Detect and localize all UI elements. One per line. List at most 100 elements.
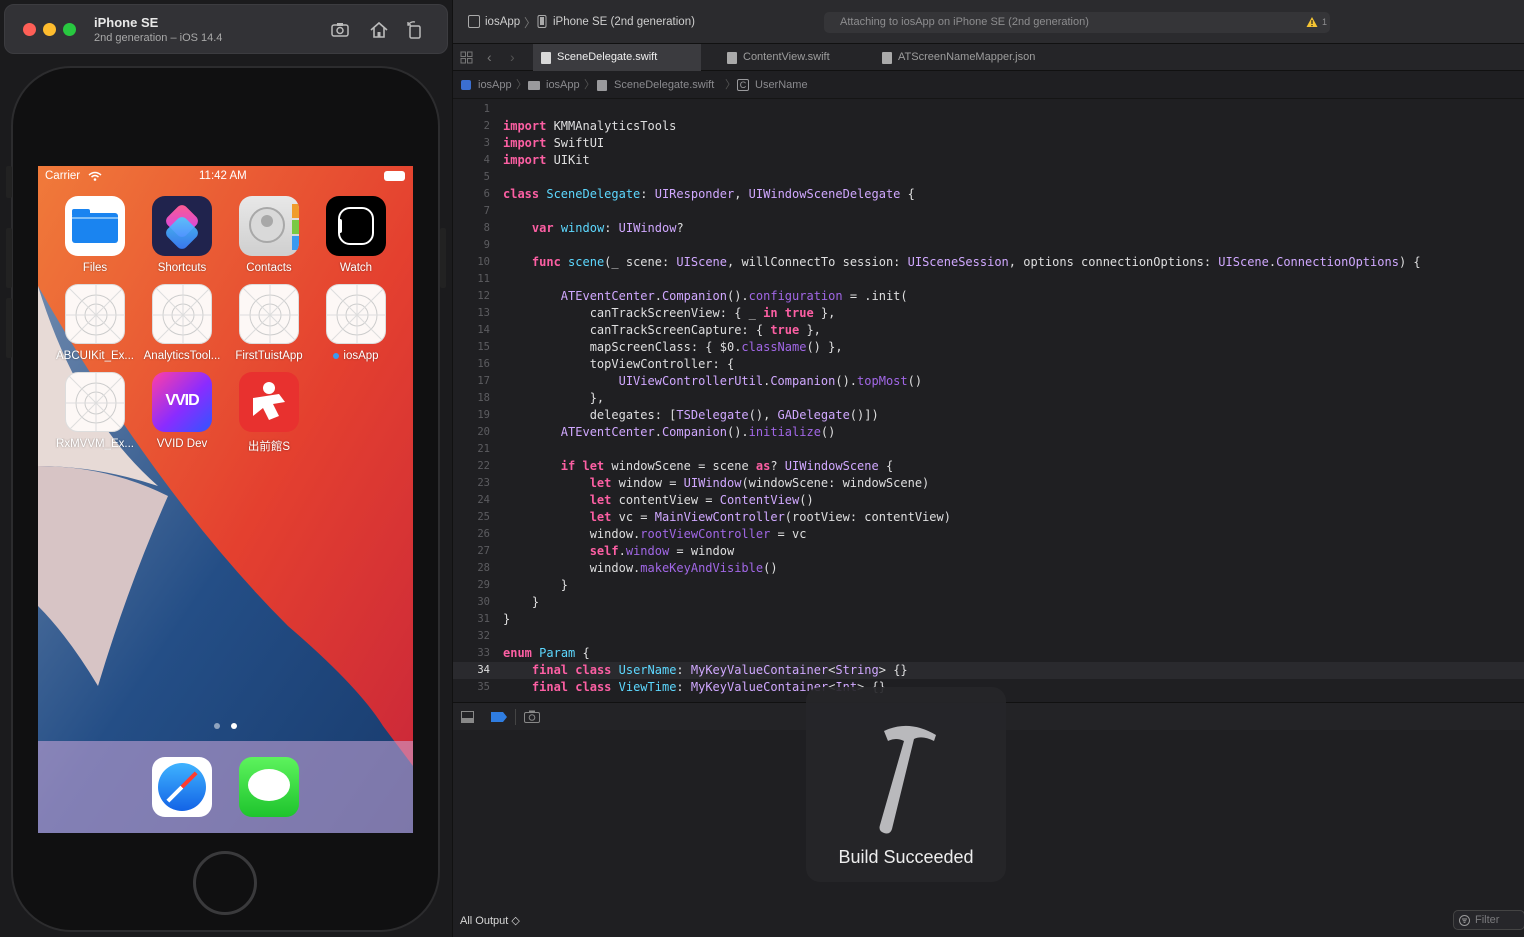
tab-contentview[interactable]: ContentView.swift <box>719 44 869 71</box>
code-line[interactable]: 29 } <box>453 577 1524 594</box>
device-selector[interactable]: iPhone SE (2nd generation) <box>553 16 695 28</box>
code-line[interactable]: 31} <box>453 611 1524 628</box>
code-line[interactable]: 16 topViewController: { <box>453 356 1524 373</box>
line-number: 32 <box>477 630 490 642</box>
code-line[interactable]: 12 ATEventCenter.Companion().configurati… <box>453 288 1524 305</box>
chevron-right-icon: 〉 <box>584 79 595 91</box>
code-line[interactable]: 20 ATEventCenter.Companion().initialize(… <box>453 424 1524 441</box>
iphone-icon <box>537 15 547 28</box>
close-window-button[interactable] <box>23 23 36 36</box>
code-line[interactable]: 25 let vc = MainViewController(rootView:… <box>453 509 1524 526</box>
screenshot-icon[interactable] <box>329 19 351 41</box>
code-line[interactable]: 32 <box>453 628 1524 645</box>
battery-icon <box>384 171 405 181</box>
jump-symbol[interactable]: UserName <box>755 71 808 99</box>
line-number: 24 <box>477 494 490 506</box>
code-line[interactable]: 30 } <box>453 594 1524 611</box>
output-filter-selector[interactable]: All Output ◇ <box>460 914 520 927</box>
hide-debug-area-icon[interactable] <box>461 711 474 723</box>
code-line[interactable]: 24 let contentView = ContentView() <box>453 492 1524 509</box>
code-line[interactable]: 22 if let windowScene = scene as? UIWind… <box>453 458 1524 475</box>
messages-icon[interactable] <box>239 757 299 817</box>
app-analyticstools[interactable]: AnalyticsTool... <box>142 284 222 362</box>
code-line[interactable]: 34 final class UserName: MyKeyValueConta… <box>453 662 1524 679</box>
warning-icon[interactable] <box>1306 16 1318 28</box>
code-line[interactable]: 4 import UIKit <box>453 152 1524 169</box>
code-text: var window: UIWindow? <box>531 221 684 235</box>
activity-status: Attaching to iosApp on iPhone SE (2nd ge… <box>840 16 1089 28</box>
rotate-icon[interactable] <box>404 19 426 41</box>
code-text: mapScreenClass: { $0.className() }, <box>503 340 843 354</box>
code-line[interactable]: 14 canTrackScreenCapture: { true }, <box>453 322 1524 339</box>
code-line[interactable]: 19 delegates: [TSDelegate(), GADelegate(… <box>453 407 1524 424</box>
tab-scenedelegate[interactable]: SceneDelegate.swift <box>533 44 701 71</box>
source-editor[interactable]: 1 2 import KMMAnalyticsTools 3 import SwiftU… <box>453 99 1524 701</box>
code-line[interactable]: 2 import KMMAnalyticsTools <box>453 118 1524 135</box>
shortcuts-icon <box>152 196 212 256</box>
app-label: ABCUIKit_Ex... <box>56 350 134 362</box>
home-button[interactable] <box>193 851 257 915</box>
breakpoints-toggle-icon[interactable] <box>491 712 507 722</box>
code-line[interactable]: 7 <box>453 203 1524 220</box>
scheme-selector[interactable]: iosApp <box>485 16 520 28</box>
code-text: ATEventCenter.Companion().configuration … <box>560 289 908 303</box>
code-line[interactable]: 6 class SceneDelegate: UIResponder, UIWin… <box>453 186 1524 203</box>
line-number: 23 <box>477 477 490 489</box>
back-arrow-icon[interactable]: ‹ <box>487 49 492 65</box>
console-filter-field[interactable]: Filter <box>1453 910 1524 930</box>
app-abcuikit[interactable]: ABCUIKit_Ex... <box>55 284 135 362</box>
home-icon[interactable] <box>368 19 390 41</box>
forward-arrow-icon[interactable]: › <box>510 49 515 65</box>
app-iosapp[interactable]: iosApp <box>316 284 396 362</box>
code-line[interactable]: 17 UIViewControllerUtil.Companion().topM… <box>453 373 1524 390</box>
code-line[interactable]: 33 enum Param { <box>453 645 1524 662</box>
app-label: Files <box>82 262 108 274</box>
camera-icon[interactable] <box>524 710 540 723</box>
code-line[interactable]: 1 <box>453 101 1524 118</box>
app-files[interactable]: Files <box>55 196 135 274</box>
status-bar: Carrier 11:42 AM <box>38 166 413 186</box>
grid-icon[interactable] <box>460 51 473 64</box>
app-rxmvvm[interactable]: RxMVVM_Ex... <box>55 372 135 450</box>
class-symbol-icon: C <box>737 79 749 91</box>
jump-project[interactable]: iosApp <box>478 71 512 99</box>
code-line[interactable]: 23 let window = UIWindow(windowScene: wi… <box>453 475 1524 492</box>
code-line[interactable]: 13 canTrackScreenView: { _ in true }, <box>453 305 1524 322</box>
code-text: self.window = window <box>589 544 735 558</box>
code-line[interactable]: 3 import SwiftUI <box>453 135 1524 152</box>
app-shortcuts[interactable]: Shortcuts <box>142 196 222 274</box>
app-contacts[interactable]: Contacts <box>229 196 309 274</box>
watch-icon <box>326 196 386 256</box>
app-watch[interactable]: Watch <box>316 196 396 274</box>
code-text: } <box>503 578 569 592</box>
code-line[interactable]: 11 <box>453 271 1524 288</box>
placeholder-app-icon <box>65 284 125 344</box>
code-line[interactable]: 27 self.window = window <box>453 543 1524 560</box>
jump-group[interactable]: iosApp <box>546 71 580 99</box>
app-demaekan[interactable]: 出前館S <box>229 372 309 454</box>
minimize-window-button[interactable] <box>43 23 56 36</box>
line-number: 17 <box>477 375 490 387</box>
page-dot-active[interactable] <box>231 723 237 729</box>
app-vvid-dev[interactable]: VVID VVID Dev <box>142 372 222 450</box>
tab-atscreennamemapper[interactable]: ATScreenNameMapper.json <box>874 44 1064 71</box>
page-dot[interactable] <box>214 723 220 729</box>
code-line[interactable]: 26 window.rootViewController = vc <box>453 526 1524 543</box>
hammer-icon <box>879 725 936 834</box>
code-line[interactable]: 5 <box>453 169 1524 186</box>
new-install-dot <box>333 352 340 359</box>
app-firsttuistapp[interactable]: FirstTuistApp <box>229 284 309 362</box>
zoom-window-button[interactable] <box>63 23 76 36</box>
code-text: let contentView = ContentView() <box>589 493 814 507</box>
code-line[interactable]: 9 <box>453 237 1524 254</box>
code-line[interactable]: 8 var window: UIWindow? <box>453 220 1524 237</box>
code-line[interactable]: 21 <box>453 441 1524 458</box>
safari-icon[interactable] <box>152 757 212 817</box>
code-line[interactable]: 18 }, <box>453 390 1524 407</box>
code-line[interactable]: 10 func scene(_ scene: UIScene, willConn… <box>453 254 1524 271</box>
code-line[interactable]: 28 window.makeKeyAndVisible() <box>453 560 1524 577</box>
iphone-screen: Carrier 11:42 AM Files Shortcuts Contact… <box>38 166 413 833</box>
app-label: AnalyticsTool... <box>143 350 221 362</box>
code-line[interactable]: 15 mapScreenClass: { $0.className() }, <box>453 339 1524 356</box>
jump-file[interactable]: SceneDelegate.swift <box>614 71 714 99</box>
